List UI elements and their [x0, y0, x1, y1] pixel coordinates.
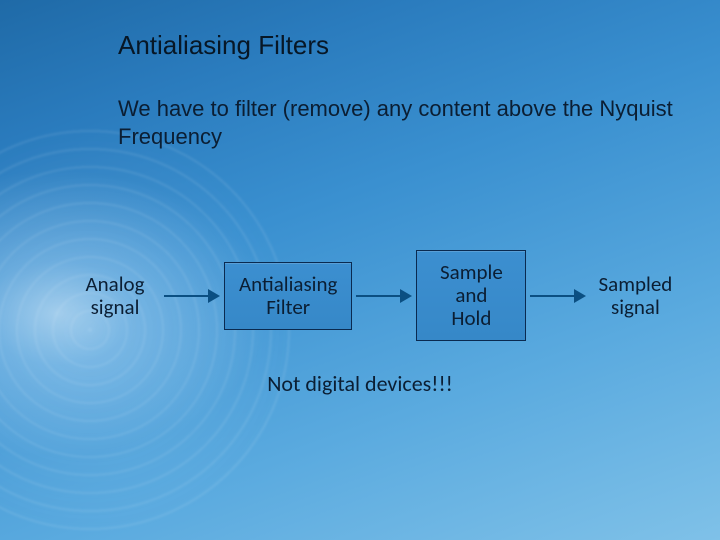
- arrow-icon: [356, 289, 412, 303]
- box2-line1: Sample: [440, 259, 503, 285]
- output-label: Sampled signal: [590, 273, 680, 319]
- footnote: Not digital devices!!!: [0, 370, 720, 397]
- signal-flow-diagram: Analog signal Antialiasing Filter Sample…: [70, 250, 700, 341]
- sample-and-hold-box: Sample and Hold: [416, 250, 526, 341]
- box1-line1: Antialiasing: [239, 271, 337, 297]
- box2-line3: Hold: [451, 305, 491, 331]
- arrow-icon: [164, 289, 220, 303]
- arrow-icon: [530, 289, 586, 303]
- slide-title: Antialiasing Filters: [118, 30, 680, 61]
- input-label: Analog signal: [70, 273, 160, 319]
- input-label-line1: Analog: [85, 271, 144, 297]
- input-label-line2: signal: [91, 294, 140, 320]
- box2-line2: and: [455, 282, 487, 308]
- text-area: Antialiasing Filters We have to filter (…: [118, 30, 680, 150]
- slide-body: We have to filter (remove) any content a…: [118, 95, 680, 150]
- antialiasing-filter-box: Antialiasing Filter: [224, 262, 352, 330]
- box1-line2: Filter: [266, 294, 310, 320]
- output-label-line1: Sampled: [598, 271, 672, 297]
- slide: Antialiasing Filters We have to filter (…: [0, 0, 720, 540]
- output-label-line2: signal: [611, 294, 660, 320]
